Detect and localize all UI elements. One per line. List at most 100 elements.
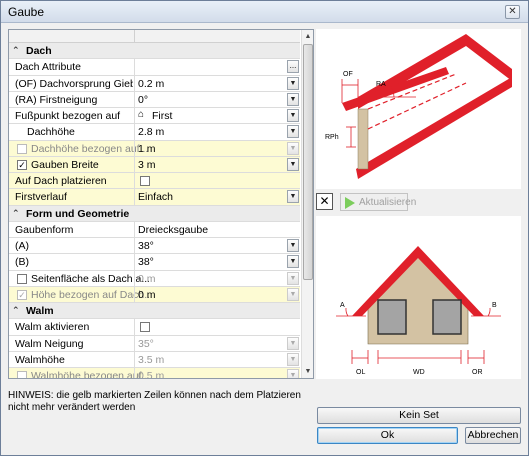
section-header[interactable]: ⌃ Walm [9, 303, 300, 320]
value-checkbox[interactable] [140, 176, 150, 186]
property-label: Walm aktivieren [15, 321, 90, 334]
scroll-up-icon[interactable]: ▲ [302, 30, 313, 43]
collapse-icon[interactable]: ⌃ [12, 208, 20, 219]
property-value[interactable]: 0.2 m [138, 78, 164, 90]
property-row[interactable]: Dachhöhe bezogen auf ... 1 m ▼ [9, 140, 300, 157]
dropdown-arrow-icon: ▼ [287, 352, 299, 366]
row-checkbox [17, 143, 27, 154]
b-label: B [492, 302, 497, 309]
dropdown-arrow-icon[interactable]: ▼ [287, 157, 299, 171]
property-value[interactable]: 0.5 m [138, 370, 164, 378]
property-value[interactable]: 3 m [138, 159, 156, 171]
dropdown-arrow-icon[interactable]: ▼ [287, 92, 299, 106]
property-row[interactable]: Walmhöhe 3.5 m ▼ [9, 351, 300, 368]
scroll-thumb[interactable] [303, 44, 313, 280]
row-checkbox: ✓ [17, 289, 27, 300]
property-label: (RA) Firstneigung [15, 93, 98, 106]
dropdown-arrow-icon[interactable]: ▼ [287, 190, 299, 204]
section-header[interactable]: ⌃ Form und Geometrie [9, 205, 300, 222]
property-label: Walmhöhe bezogen auf ... [31, 370, 149, 379]
property-value[interactable]: 0 m [138, 289, 156, 301]
scroll-down-icon[interactable]: ▼ [302, 365, 313, 378]
property-value[interactable]: 0° [138, 94, 148, 106]
preview-toolbar: ✕ Aktualisieren [316, 193, 521, 215]
dropdown-arrow-icon: ▼ [287, 369, 299, 378]
property-value[interactable]: Dreiecksgaube [138, 224, 208, 236]
row-checkbox[interactable] [17, 273, 27, 284]
or-label: OR [472, 369, 483, 376]
cancel-button[interactable]: Abbrechen [465, 427, 521, 444]
section-header[interactable]: ⌃ Dach [9, 43, 300, 60]
dropdown-arrow-icon[interactable]: ▼ [287, 109, 299, 122]
property-row[interactable]: Dachhöhe 2.8 m ▼ [9, 124, 300, 141]
wd-label: WD [413, 369, 425, 376]
property-value[interactable]: Einfach [138, 191, 173, 203]
property-row[interactable]: (B) 38° ▼ [9, 254, 300, 271]
ok-button[interactable]: Ok [317, 427, 458, 444]
property-row[interactable]: Walmhöhe bezogen auf ... 0.5 m ▼ [9, 368, 300, 379]
dormer-wall-shape [357, 108, 369, 170]
ol-label: OL [356, 369, 365, 376]
property-value[interactable]: 38° [138, 240, 154, 252]
property-label: Gauben Breite [31, 158, 99, 171]
dropdown-arrow-icon[interactable]: ▼ [287, 255, 299, 269]
hint-text: HINWEIS: die gelb markierten Zeilen könn… [8, 390, 301, 413]
section-label: Walm [26, 305, 54, 317]
property-row[interactable]: (RA) Firstneigung 0° ▼ [9, 91, 300, 108]
property-row[interactable]: Walm Neigung 35° ▼ [9, 335, 300, 352]
property-label: Dachhöhe bezogen auf ... [31, 142, 149, 155]
close-icon[interactable]: ✕ [505, 5, 520, 19]
property-label: Auf Dach platzieren [15, 175, 107, 187]
property-label: Höhe bezogen auf Dach... [31, 288, 149, 301]
property-label: (OF) Dachvorsprung Giebel [15, 77, 133, 90]
reset-preview-icon[interactable]: ✕ [316, 193, 333, 210]
property-label: Fußpunkt bezogen auf [15, 110, 121, 122]
value-checkbox[interactable] [140, 322, 150, 333]
dropdown-arrow-icon[interactable]: ▼ [287, 239, 299, 252]
dropdown-arrow-icon[interactable]: ▼ [287, 76, 299, 90]
property-label: Seitenfläche als Dach a... [31, 272, 149, 285]
collapse-icon[interactable]: ⌃ [12, 45, 20, 56]
property-value[interactable]: 38° [138, 256, 154, 268]
front-view-preview: A B OL WD OR [316, 216, 521, 379]
property-label: (A) [15, 240, 29, 252]
property-row[interactable]: (A) 38° ▼ [9, 238, 300, 255]
property-row[interactable]: Dach Attribute... [9, 59, 300, 76]
property-row[interactable]: Firstverlauf Einfach ▼ [9, 189, 300, 206]
kein-set-button[interactable]: Kein Set [317, 407, 521, 424]
property-label: Walmhöhe [15, 353, 65, 366]
row-checkbox[interactable]: ✓ [17, 159, 27, 170]
property-value[interactable]: 0 m [138, 273, 156, 285]
property-value[interactable]: First [152, 110, 172, 122]
title-bar: Gaube ✕ [1, 1, 528, 23]
property-row[interactable]: Gaubenform Dreiecksgaube [9, 221, 300, 238]
property-row[interactable]: Walm aktivieren [9, 319, 300, 336]
update-button[interactable]: Aktualisieren [340, 193, 416, 211]
property-row[interactable]: ✓ Gauben Breite 3 m ▼ [9, 156, 300, 173]
property-row[interactable]: ✓ Höhe bezogen auf Dach... 0 m ▼ [9, 286, 300, 303]
property-row[interactable]: (OF) Dachvorsprung Giebel 0.2 m ▼ [9, 75, 300, 92]
rph-label: RPh [325, 134, 339, 141]
property-row[interactable]: Fußpunkt bezogen auf ⌂ First ▼ [9, 108, 300, 125]
update-label: Aktualisieren [359, 197, 417, 208]
left-window-shape [377, 299, 407, 335]
gaube-dialog: Gaube ✕ ⌃ Dach Dach Attribute... (OF) Dachv… [0, 0, 529, 456]
ellipsis-icon[interactable]: ... [287, 60, 299, 74]
dropdown-arrow-icon[interactable]: ▼ [287, 125, 299, 139]
grid-scrollbar[interactable]: ▲ ▼ [301, 30, 313, 378]
right-window-shape [432, 299, 462, 335]
property-value[interactable]: 3.5 m [138, 354, 164, 366]
grid-header [9, 30, 300, 43]
property-value[interactable]: 35° [138, 338, 154, 350]
property-label: Dach Attribute [15, 61, 81, 74]
property-value[interactable]: 2.8 m [138, 126, 164, 138]
property-label: Dachhöhe [27, 126, 75, 139]
dropdown-arrow-icon: ▼ [287, 336, 299, 350]
property-row[interactable]: Seitenfläche als Dach a... 0 m ▼ [9, 270, 300, 287]
property-row[interactable]: Auf Dach platzieren [9, 173, 300, 190]
property-value[interactable]: 1 m [138, 143, 156, 155]
property-label: Firstverlauf [15, 191, 67, 204]
of-label: OF [343, 71, 353, 78]
section-label: Dach [26, 45, 52, 57]
collapse-icon[interactable]: ⌃ [12, 305, 20, 316]
